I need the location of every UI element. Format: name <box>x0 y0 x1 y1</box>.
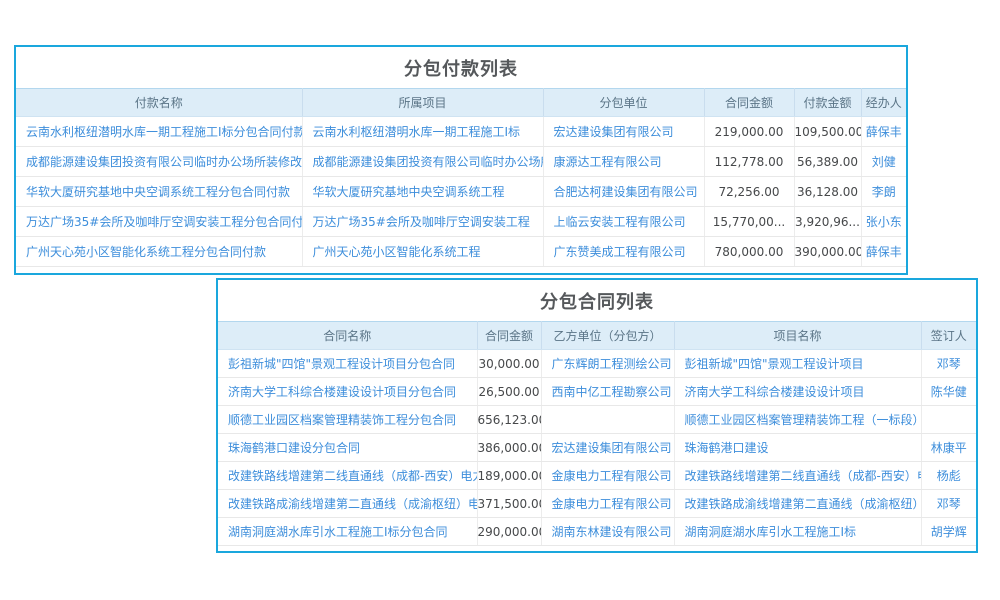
payment-amount-cell: 109,500.00 <box>794 117 861 147</box>
project-name-link[interactable]: 湖南洞庭湖水库引水工程施工I标 <box>674 518 921 546</box>
column-header-subcontract-unit: 分包单位 <box>543 89 704 117</box>
subcontract-unit-link[interactable]: 上临云安装工程有限公司 <box>543 207 704 237</box>
contract-amount-cell: 112,778.00 <box>704 147 794 177</box>
signer-link[interactable]: 邓琴 <box>921 490 976 518</box>
party-b-link[interactable]: 西南中亿工程勘察公司 <box>541 378 674 406</box>
column-header-project: 所属项目 <box>302 89 543 117</box>
contract-amount-cell: 371,500.00 <box>477 490 541 518</box>
table-row: 广州天心苑小区智能化系统工程分包合同付款 广州天心苑小区智能化系统工程 广东赞美… <box>16 237 906 267</box>
table-row: 改建铁路成渝线增建第二直通线（成渝枢纽）电力... 371,500.00 金康电… <box>218 490 976 518</box>
handler-link[interactable]: 薛保丰 <box>861 117 906 147</box>
column-header-payment-amount: 付款金额 <box>794 89 861 117</box>
contract-amount-cell: 15,770,00... <box>704 207 794 237</box>
contract-list-table: 合同名称 合同金额 乙方单位（分包方） 项目名称 签订人 彭祖新城"四馆"景观工… <box>218 321 976 546</box>
contract-name-link[interactable]: 湖南洞庭湖水库引水工程施工I标分包合同 <box>218 518 477 546</box>
project-link[interactable]: 云南水利枢纽潜明水库一期工程施工I标 <box>302 117 543 147</box>
table-row: 顺德工业园区档案管理精装饰工程分包合同 656,123.00 顺德工业园区档案管… <box>218 406 976 434</box>
table-row: 济南大学工科综合楼建设设计项目分包合同 26,500.00 西南中亿工程勘察公司… <box>218 378 976 406</box>
column-header-payment-name: 付款名称 <box>16 89 302 117</box>
contract-name-link[interactable]: 顺德工业园区档案管理精装饰工程分包合同 <box>218 406 477 434</box>
project-name-link[interactable]: 改建铁路线增建第二线直通线（成都-西安）电力线... <box>674 462 921 490</box>
contract-header-row: 合同名称 合同金额 乙方单位（分包方） 项目名称 签订人 <box>218 322 976 350</box>
party-b-link[interactable]: 湖南东林建设有限公司 <box>541 518 674 546</box>
contract-name-link[interactable]: 改建铁路成渝线增建第二直通线（成渝枢纽）电力... <box>218 490 477 518</box>
contract-amount-cell: 30,000.00 <box>477 350 541 378</box>
signer-link[interactable] <box>921 406 976 434</box>
table-row: 万达广场35#会所及咖啡厅空调安装工程分包合同付款 万达广场35#会所及咖啡厅空… <box>16 207 906 237</box>
party-b-link[interactable]: 金康电力工程有限公司 <box>541 490 674 518</box>
project-link[interactable]: 广州天心苑小区智能化系统工程 <box>302 237 543 267</box>
signer-link[interactable]: 胡学辉 <box>921 518 976 546</box>
column-header-handler: 经办人 <box>861 89 906 117</box>
table-row: 湖南洞庭湖水库引水工程施工I标分包合同 290,000.00 湖南东林建设有限公… <box>218 518 976 546</box>
contract-list-panel: 分包合同列表 合同名称 合同金额 乙方单位（分包方） 项目名称 签订人 彭祖新城… <box>216 278 978 553</box>
party-b-link[interactable]: 金康电力工程有限公司 <box>541 462 674 490</box>
contract-amount-cell: 219,000.00 <box>704 117 794 147</box>
table-row: 珠海鹤港口建设分包合同 386,000.00 宏达建设集团有限公司 珠海鹤港口建… <box>218 434 976 462</box>
handler-link[interactable]: 李朗 <box>861 177 906 207</box>
table-row: 云南水利枢纽潜明水库一期工程施工I标分包合同付款 云南水利枢纽潜明水库一期工程施… <box>16 117 906 147</box>
table-row: 华软大厦研究基地中央空调系统工程分包合同付款 华软大厦研究基地中央空调系统工程 … <box>16 177 906 207</box>
column-header-party-b: 乙方单位（分包方） <box>541 322 674 350</box>
handler-link[interactable]: 薛保丰 <box>861 237 906 267</box>
contract-list-title: 分包合同列表 <box>218 280 976 321</box>
payment-name-link[interactable]: 华软大厦研究基地中央空调系统工程分包合同付款 <box>16 177 302 207</box>
project-name-link[interactable]: 彭祖新城"四馆"景观工程设计项目 <box>674 350 921 378</box>
column-header-contract-amount: 合同金额 <box>704 89 794 117</box>
payment-name-link[interactable]: 成都能源建设集团投资有限公司临时办公场所装修改造... <box>16 147 302 177</box>
contract-name-link[interactable]: 珠海鹤港口建设分包合同 <box>218 434 477 462</box>
contract-name-link[interactable]: 改建铁路线增建第二线直通线（成都-西安）电力线... <box>218 462 477 490</box>
payment-list-panel: 分包付款列表 付款名称 所属项目 分包单位 合同金额 付款金额 经办人 云南水利… <box>14 45 908 275</box>
project-name-link[interactable]: 珠海鹤港口建设 <box>674 434 921 462</box>
project-name-link[interactable]: 济南大学工科综合楼建设设计项目 <box>674 378 921 406</box>
contract-amount-cell: 780,000.00 <box>704 237 794 267</box>
signer-link[interactable]: 陈华健 <box>921 378 976 406</box>
project-name-link[interactable]: 顺德工业园区档案管理精装饰工程（一标段） <box>674 406 921 434</box>
payment-list-title: 分包付款列表 <box>16 47 906 88</box>
payment-amount-cell: 390,000.00 <box>794 237 861 267</box>
table-row: 改建铁路线增建第二线直通线（成都-西安）电力线... 189,000.00 金康… <box>218 462 976 490</box>
party-b-link[interactable]: 宏达建设集团有限公司 <box>541 434 674 462</box>
payment-amount-cell: 36,128.00 <box>794 177 861 207</box>
contract-name-link[interactable]: 彭祖新城"四馆"景观工程设计项目分包合同 <box>218 350 477 378</box>
subcontract-unit-link[interactable]: 广东赞美成工程有限公司 <box>543 237 704 267</box>
contract-amount-cell: 72,256.00 <box>704 177 794 207</box>
contract-amount-cell: 386,000.00 <box>477 434 541 462</box>
party-b-link[interactable]: 广东辉朗工程测绘公司 <box>541 350 674 378</box>
signer-link[interactable]: 杨彪 <box>921 462 976 490</box>
table-row: 成都能源建设集团投资有限公司临时办公场所装修改造... 成都能源建设集团投资有限… <box>16 147 906 177</box>
signer-link[interactable]: 邓琴 <box>921 350 976 378</box>
subcontract-unit-link[interactable]: 康源达工程有限公司 <box>543 147 704 177</box>
subcontract-unit-link[interactable]: 合肥达柯建设集团有限公司 <box>543 177 704 207</box>
signer-link[interactable]: 林康平 <box>921 434 976 462</box>
column-header-signer: 签订人 <box>921 322 976 350</box>
payment-name-link[interactable]: 广州天心苑小区智能化系统工程分包合同付款 <box>16 237 302 267</box>
project-link[interactable]: 华软大厦研究基地中央空调系统工程 <box>302 177 543 207</box>
column-header-contract-amount: 合同金额 <box>477 322 541 350</box>
project-name-link[interactable]: 改建铁路成渝线增建第二直通线（成渝枢纽）电力... <box>674 490 921 518</box>
table-row: 彭祖新城"四馆"景观工程设计项目分包合同 30,000.00 广东辉朗工程测绘公… <box>218 350 976 378</box>
handler-link[interactable]: 刘健 <box>861 147 906 177</box>
column-header-contract-name: 合同名称 <box>218 322 477 350</box>
handler-link[interactable]: 张小东 <box>861 207 906 237</box>
subcontract-unit-link[interactable]: 宏达建设集团有限公司 <box>543 117 704 147</box>
payment-name-link[interactable]: 云南水利枢纽潜明水库一期工程施工I标分包合同付款 <box>16 117 302 147</box>
payment-list-table: 付款名称 所属项目 分包单位 合同金额 付款金额 经办人 云南水利枢纽潜明水库一… <box>16 88 906 267</box>
payment-amount-cell: 56,389.00 <box>794 147 861 177</box>
payment-amount-cell: 3,920,96... <box>794 207 861 237</box>
contract-amount-cell: 290,000.00 <box>477 518 541 546</box>
payment-name-link[interactable]: 万达广场35#会所及咖啡厅空调安装工程分包合同付款 <box>16 207 302 237</box>
contract-amount-cell: 189,000.00 <box>477 462 541 490</box>
project-link[interactable]: 成都能源建设集团投资有限公司临时办公场所... <box>302 147 543 177</box>
contract-name-link[interactable]: 济南大学工科综合楼建设设计项目分包合同 <box>218 378 477 406</box>
project-link[interactable]: 万达广场35#会所及咖啡厅空调安装工程 <box>302 207 543 237</box>
column-header-project-name: 项目名称 <box>674 322 921 350</box>
party-b-link[interactable] <box>541 406 674 434</box>
payment-header-row: 付款名称 所属项目 分包单位 合同金额 付款金额 经办人 <box>16 89 906 117</box>
contract-amount-cell: 656,123.00 <box>477 406 541 434</box>
contract-amount-cell: 26,500.00 <box>477 378 541 406</box>
